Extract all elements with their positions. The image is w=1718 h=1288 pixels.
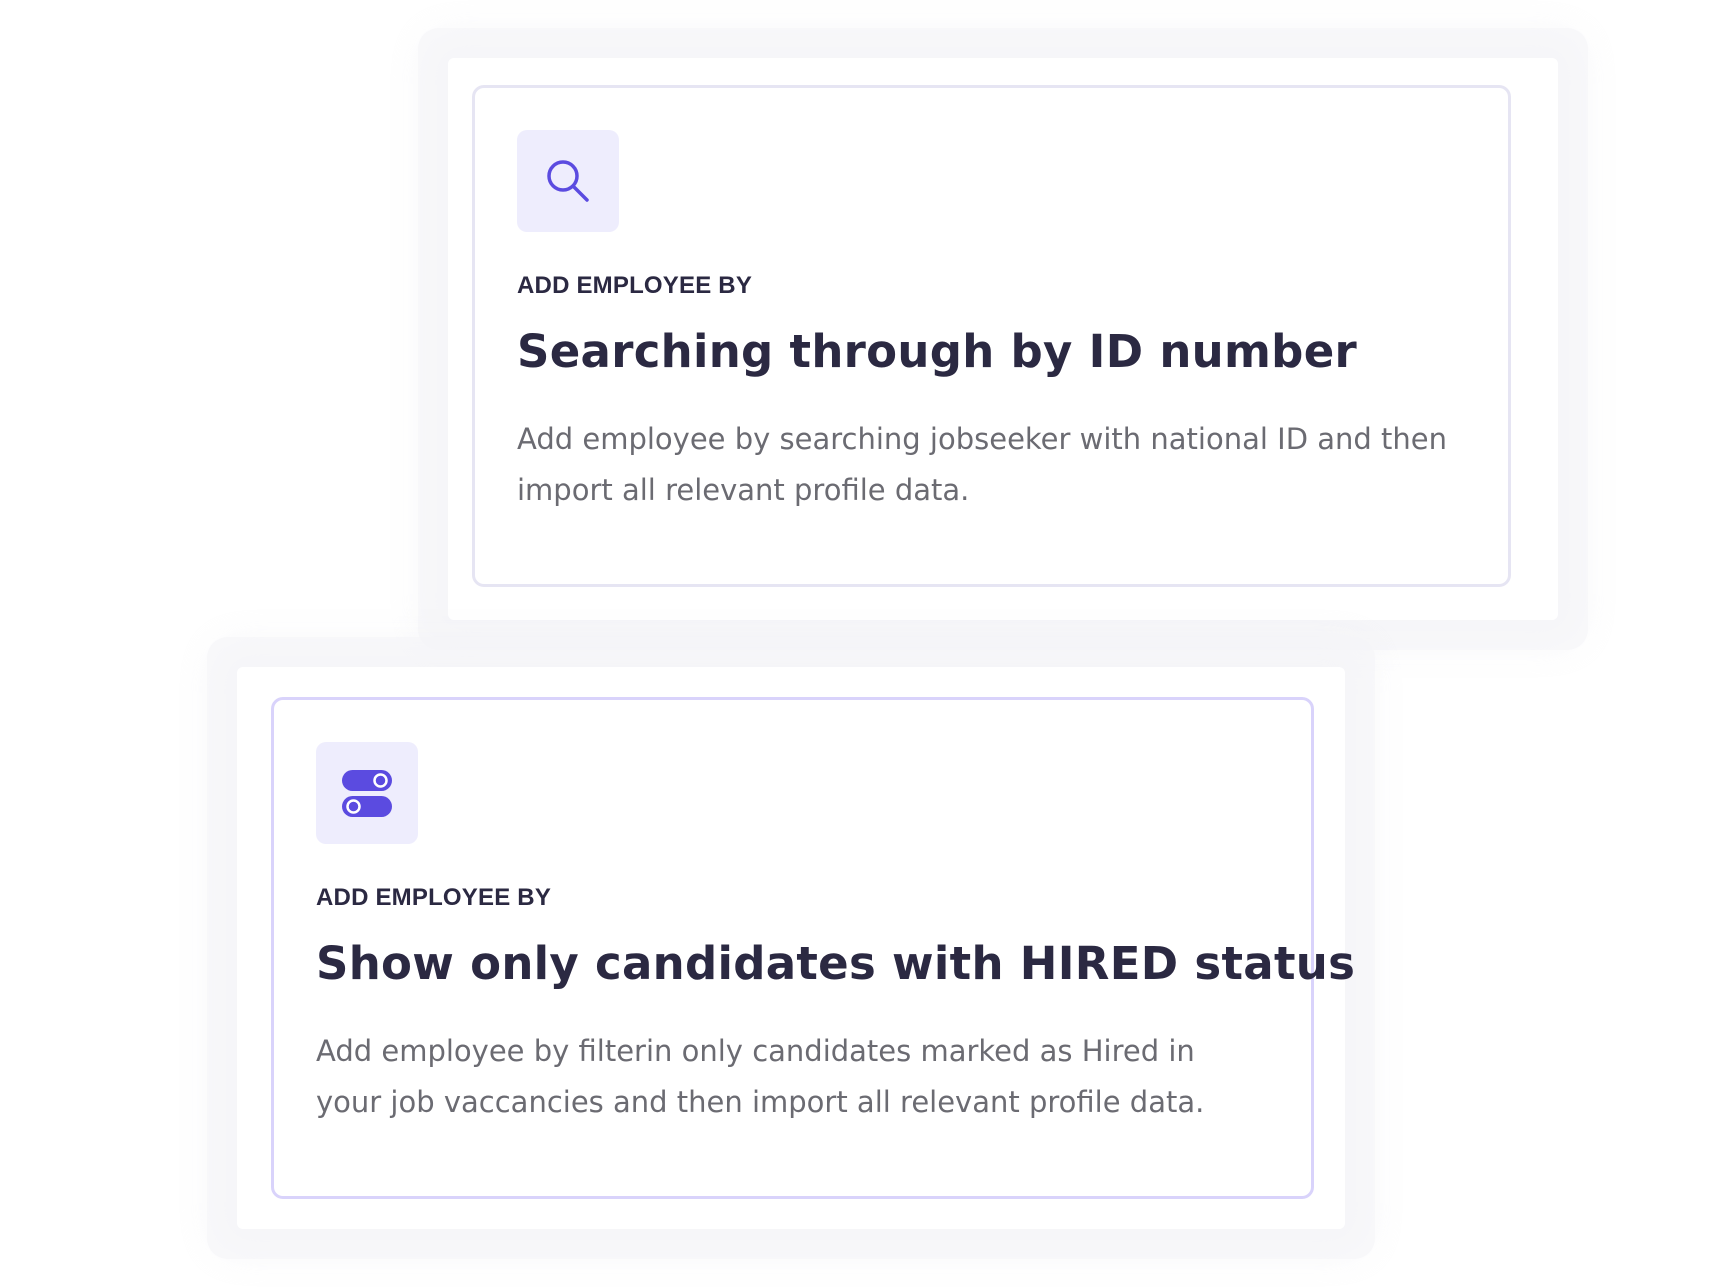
- toggle-icon-glyph: [342, 770, 392, 817]
- card-eyebrow: ADD EMPLOYEE BY: [316, 884, 552, 911]
- option-card-search-by-id[interactable]: ADD EMPLOYEE BY Searching through by ID …: [472, 85, 1511, 587]
- card-description: Add employee by filterin only candidates…: [316, 1034, 1205, 1119]
- search-icon-glyph: [547, 160, 589, 202]
- card-description: Add employee by searching jobseeker with…: [517, 422, 1447, 507]
- option-card-hired-status[interactable]: ADD EMPLOYEE BY Show only candidates wit…: [271, 697, 1355, 1199]
- card-title: Searching through by ID number: [517, 325, 1358, 378]
- card-title: Show only candidates with HIRED status: [316, 937, 1356, 990]
- search-icon: [517, 130, 619, 232]
- stage: ADD EMPLOYEE BY Searching through by ID …: [0, 0, 1718, 1288]
- toggle-icon: [316, 742, 418, 844]
- card-eyebrow: ADD EMPLOYEE BY: [517, 272, 753, 299]
